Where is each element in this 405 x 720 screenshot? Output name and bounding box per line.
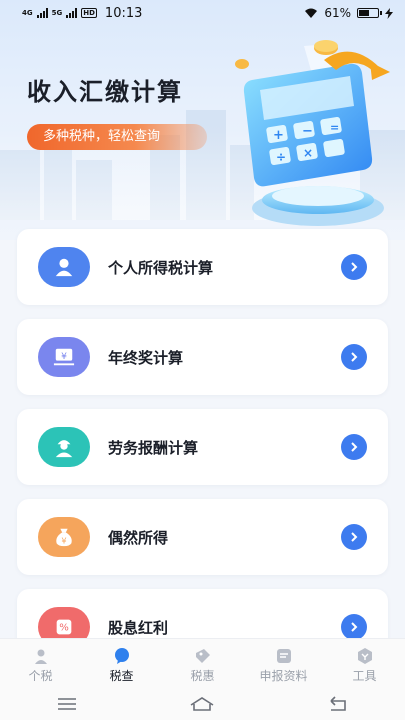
wifi-icon — [305, 8, 318, 18]
svg-text:%: % — [59, 623, 69, 634]
signal-icon — [36, 8, 48, 18]
money-bag-icon: ¥ — [38, 517, 90, 557]
tab-1[interactable]: 税查 — [81, 639, 162, 688]
home-icon[interactable] — [189, 696, 215, 712]
page-subtitle: 多种税种，轻松查询 — [27, 124, 207, 150]
menu-item-label: 个人所得税计算 — [108, 258, 214, 277]
battery-icon — [357, 8, 382, 18]
chevron-right-icon[interactable] — [341, 254, 367, 280]
tab-4[interactable]: 工具 — [324, 639, 405, 688]
menu-item-0[interactable]: 个人所得税计算 — [17, 229, 388, 305]
svg-text:¥: ¥ — [61, 535, 66, 545]
status-bar: 4G 5G HD 10:13 61% — [0, 0, 405, 26]
tab-label: 个税 — [28, 669, 53, 683]
tab-2[interactable]: 税惠 — [162, 639, 243, 688]
tab-3[interactable]: 申报资料 — [243, 639, 324, 688]
tab-label: 申报资料 — [259, 669, 308, 683]
svg-text:÷: ÷ — [276, 150, 286, 164]
menu-icon[interactable] — [56, 697, 78, 711]
menu-item-label: 年终奖计算 — [108, 348, 184, 367]
person-tab-icon — [32, 647, 50, 665]
menu-item-1[interactable]: ¥ 年终奖计算 — [17, 319, 388, 395]
svg-text:×: × — [303, 146, 313, 160]
signal-icon-2 — [66, 8, 78, 18]
chevron-right-icon[interactable] — [341, 524, 367, 550]
tab-label: 工具 — [352, 669, 377, 683]
person-icon — [38, 247, 90, 287]
tab-label: 税查 — [109, 669, 134, 683]
battery-percent: 61% — [324, 6, 351, 20]
system-nav-bar — [0, 688, 405, 720]
menu-item-label: 偶然所得 — [108, 528, 169, 547]
calculator-illustration: + − = ÷ × — [235, 40, 390, 226]
tools-tab-icon — [356, 647, 374, 665]
status-time: 10:13 — [104, 5, 143, 21]
menu-item-label: 劳务报酬计算 — [108, 438, 199, 457]
svg-text:=: = — [330, 121, 339, 134]
svg-text:+: + — [273, 128, 284, 143]
tab-label: 税惠 — [190, 669, 215, 683]
worker-icon — [38, 427, 90, 467]
bottom-tab-bar: 个税 税查 税惠 申报资料 工具 — [0, 638, 405, 688]
charging-icon — [385, 7, 393, 19]
document-tab-icon — [275, 647, 293, 665]
chevron-right-icon[interactable] — [341, 614, 367, 640]
svg-text:−: − — [302, 124, 313, 139]
hd-badge: HD — [81, 8, 97, 18]
tab-0[interactable]: 个税 — [0, 639, 81, 688]
chevron-right-icon[interactable] — [341, 434, 367, 460]
network-label-1: 4G — [22, 8, 33, 17]
menu-item-label: 股息红利 — [108, 618, 169, 637]
tag-tab-icon — [194, 647, 212, 665]
menu-item-3[interactable]: ¥ 偶然所得 — [17, 499, 388, 575]
yen-laptop-icon: ¥ — [38, 337, 90, 377]
network-label-2: 5G — [51, 8, 63, 17]
chat-tab-icon — [113, 647, 131, 665]
page-title: 收入汇缴计算 — [27, 78, 183, 106]
menu-item-2[interactable]: 劳务报酬计算 — [17, 409, 388, 485]
svg-text:¥: ¥ — [61, 351, 67, 362]
back-icon[interactable] — [327, 696, 349, 712]
chevron-right-icon[interactable] — [341, 344, 367, 370]
